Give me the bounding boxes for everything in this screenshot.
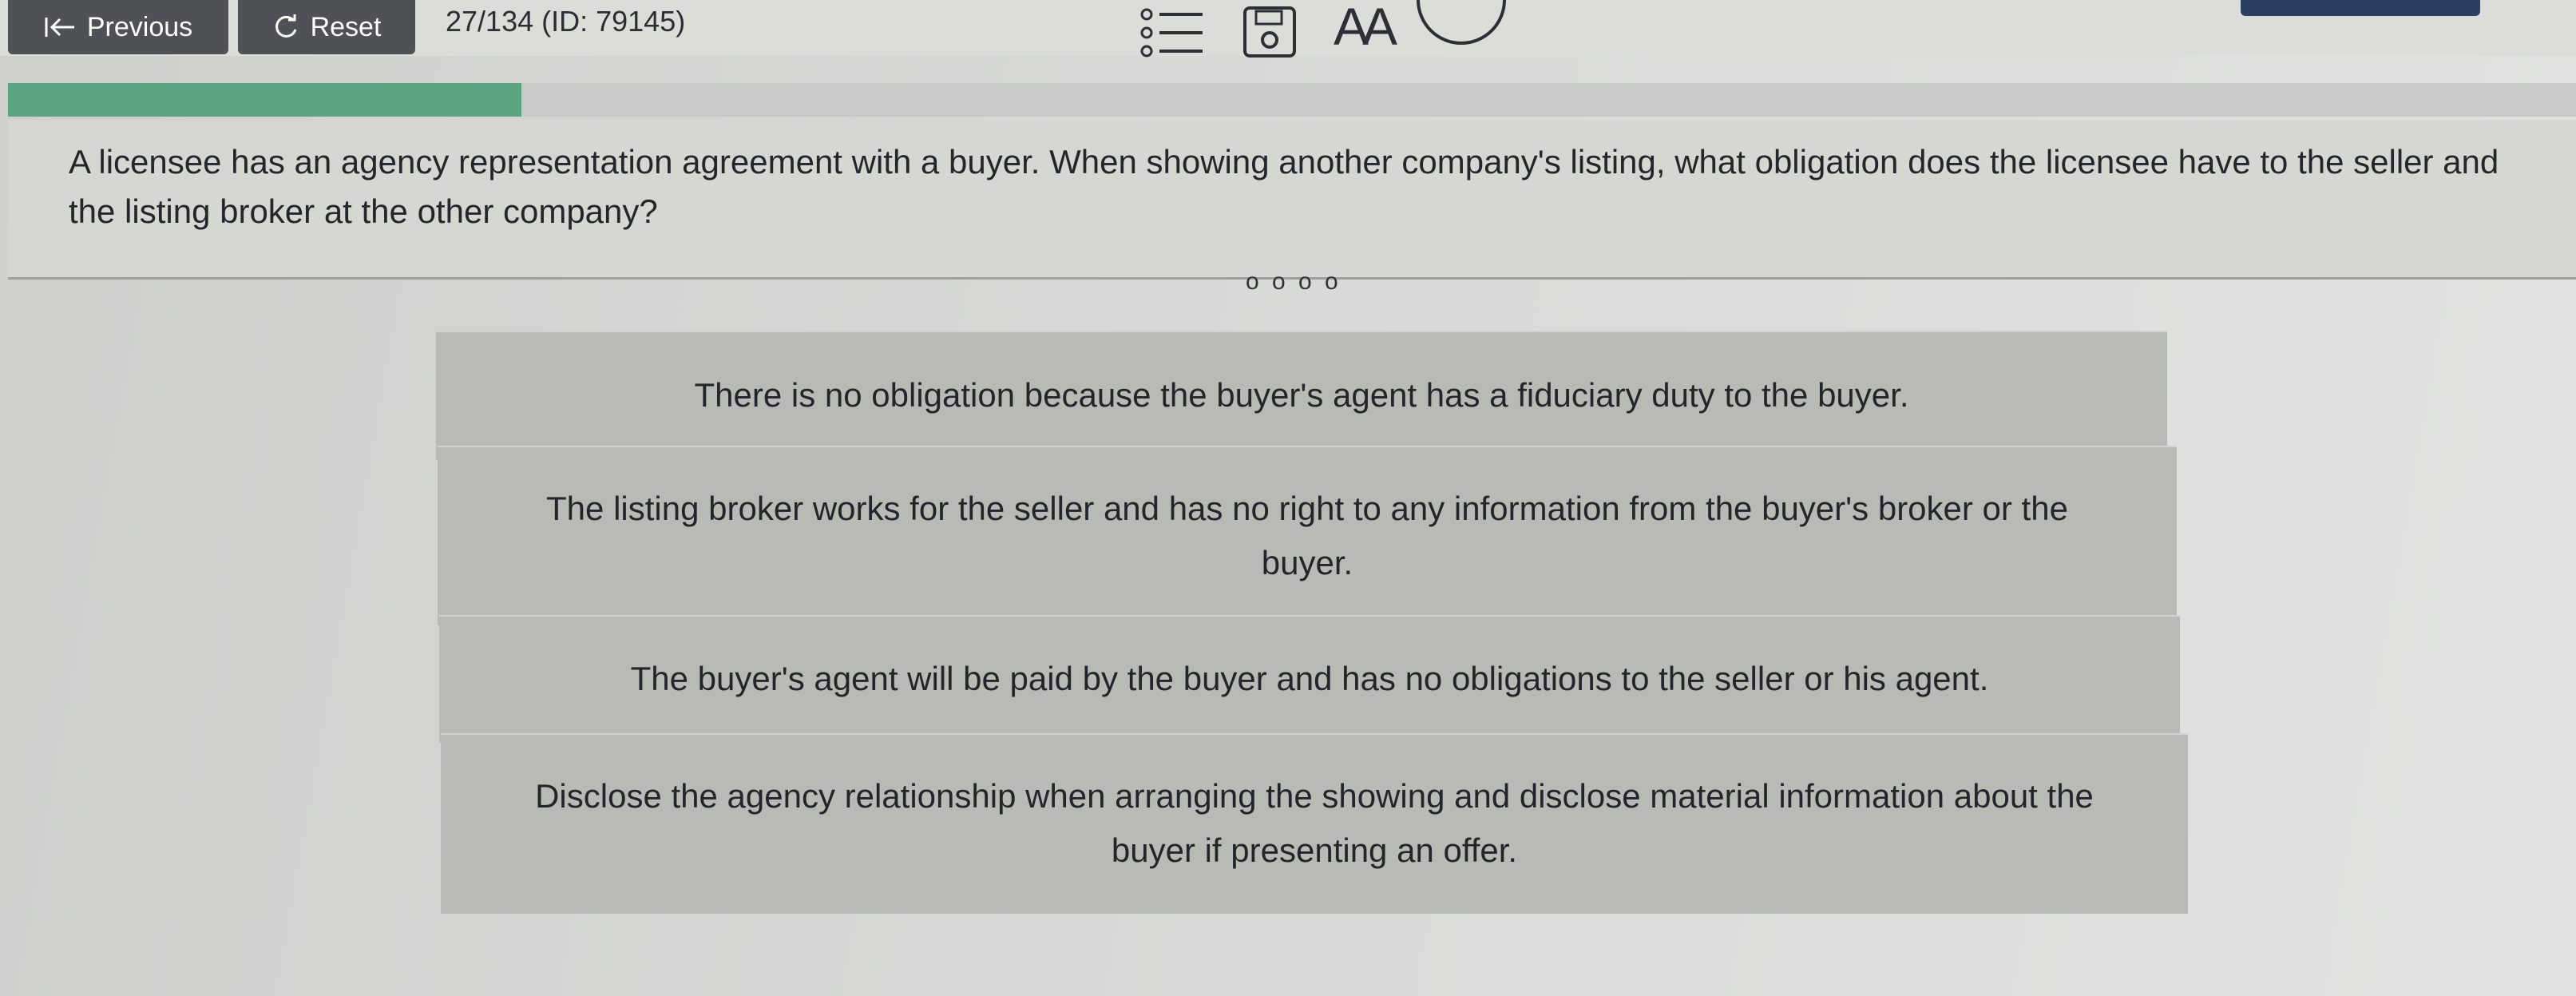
answer-choice-4[interactable]: Disclose the agency relationship when ar…: [441, 733, 2188, 914]
answer-indicator: o o o o: [1246, 268, 1342, 295]
answer-choice-text: The buyer's agent will be paid by the bu…: [630, 660, 1989, 697]
reset-button-label: Reset: [310, 11, 382, 42]
answer-choice-text: Disclose the agency relationship when ar…: [535, 777, 2094, 869]
question-position: 27/134 (ID: 79145): [446, 5, 686, 38]
question-text: A licensee has an agency representation …: [69, 143, 2499, 230]
top-toolbar: Previous Reset 27/134 (ID: 79145) AA: [0, 0, 2576, 58]
first-page-icon: [44, 14, 76, 40]
answer-choice-2[interactable]: The listing broker works for the seller …: [438, 446, 2177, 625]
progress-bar-fill: [8, 83, 522, 117]
answer-choice-3[interactable]: The buyer's agent will be paid by the bu…: [439, 615, 2180, 743]
submit-button[interactable]: [2241, 0, 2480, 16]
question-list-icon[interactable]: [1139, 6, 1206, 63]
previous-button-label: Previous: [86, 11, 193, 42]
answer-choice-text: The listing broker works for the seller …: [546, 489, 2068, 581]
answer-choice-1[interactable]: There is no obligation because the buyer…: [436, 331, 2167, 460]
answer-choice-text: There is no obligation because the buyer…: [694, 376, 1909, 414]
font-size-button[interactable]: AA: [1334, 0, 1397, 53]
previous-button[interactable]: Previous: [8, 0, 228, 54]
refresh-icon: [272, 14, 299, 41]
save-icon[interactable]: [1242, 5, 1299, 63]
reset-button[interactable]: Reset: [238, 0, 415, 54]
progress-bar: [8, 83, 2576, 117]
timer-icon: [1413, 0, 1509, 54]
